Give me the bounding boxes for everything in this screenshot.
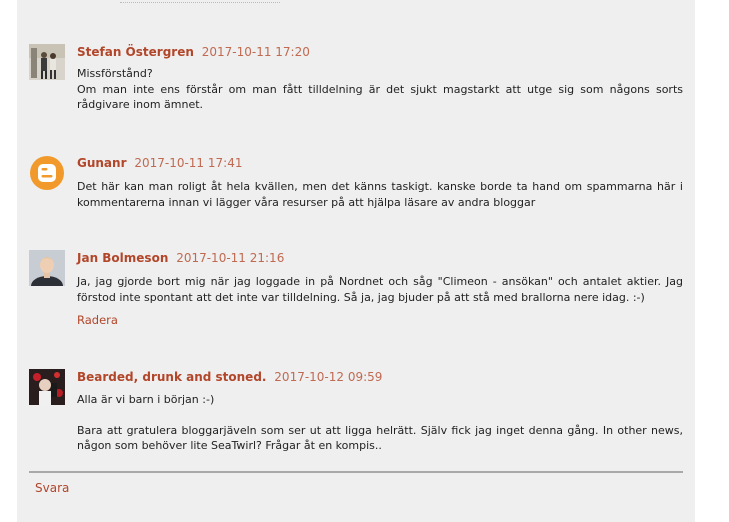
avatar[interactable]: [29, 369, 65, 405]
user-photo-icon: [29, 44, 65, 80]
comment-text: Om man inte ens förstår om man fått till…: [77, 82, 683, 112]
comment-timestamp-link[interactable]: 2017-10-11 21:16: [176, 251, 284, 265]
comment-author-link[interactable]: Bearded, drunk and stoned.: [77, 370, 266, 384]
delete-comment-link[interactable]: Radera: [77, 313, 118, 327]
comment-body: Alla är vi barn i början :-) Bara att gr…: [77, 392, 683, 454]
previous-content-remnant: [120, 0, 280, 3]
comment-timestamp-link[interactable]: 2017-10-11 17:41: [134, 156, 242, 170]
comment-author-link[interactable]: Stefan Östergren: [77, 45, 194, 59]
avatar[interactable]: [29, 44, 65, 80]
comment-timestamp-link[interactable]: 2017-10-12 09:59: [274, 370, 382, 384]
comment-body: Det här kan man roligt åt hela kvällen, …: [77, 179, 683, 210]
comment-text: Det här kan man roligt åt hela kvällen, …: [77, 180, 683, 209]
comment-text: Alla är vi barn i början :-): [77, 393, 215, 406]
user-photo-icon: [29, 369, 65, 405]
avatar[interactable]: [29, 155, 65, 191]
comment-body: Missförstånd? Om man inte ens förstår om…: [77, 66, 683, 113]
reply-link[interactable]: Svara: [35, 481, 69, 495]
comment-text: Ja, jag gjorde bort mig när jag loggade …: [77, 275, 683, 304]
comments-divider: [29, 471, 683, 473]
comment-text: Bara att gratulera bloggarjäveln som ser…: [77, 423, 683, 453]
comment-body: Ja, jag gjorde bort mig när jag loggade …: [77, 274, 683, 305]
user-photo-icon: [29, 250, 65, 286]
comment-text: Missförstånd?: [77, 67, 153, 80]
blogger-icon: [30, 156, 64, 190]
avatar[interactable]: [29, 250, 65, 286]
comment-author-link[interactable]: Gunanr: [77, 156, 127, 170]
comment-author-link[interactable]: Jan Bolmeson: [77, 251, 168, 265]
comment-timestamp-link[interactable]: 2017-10-11 17:20: [202, 45, 310, 59]
